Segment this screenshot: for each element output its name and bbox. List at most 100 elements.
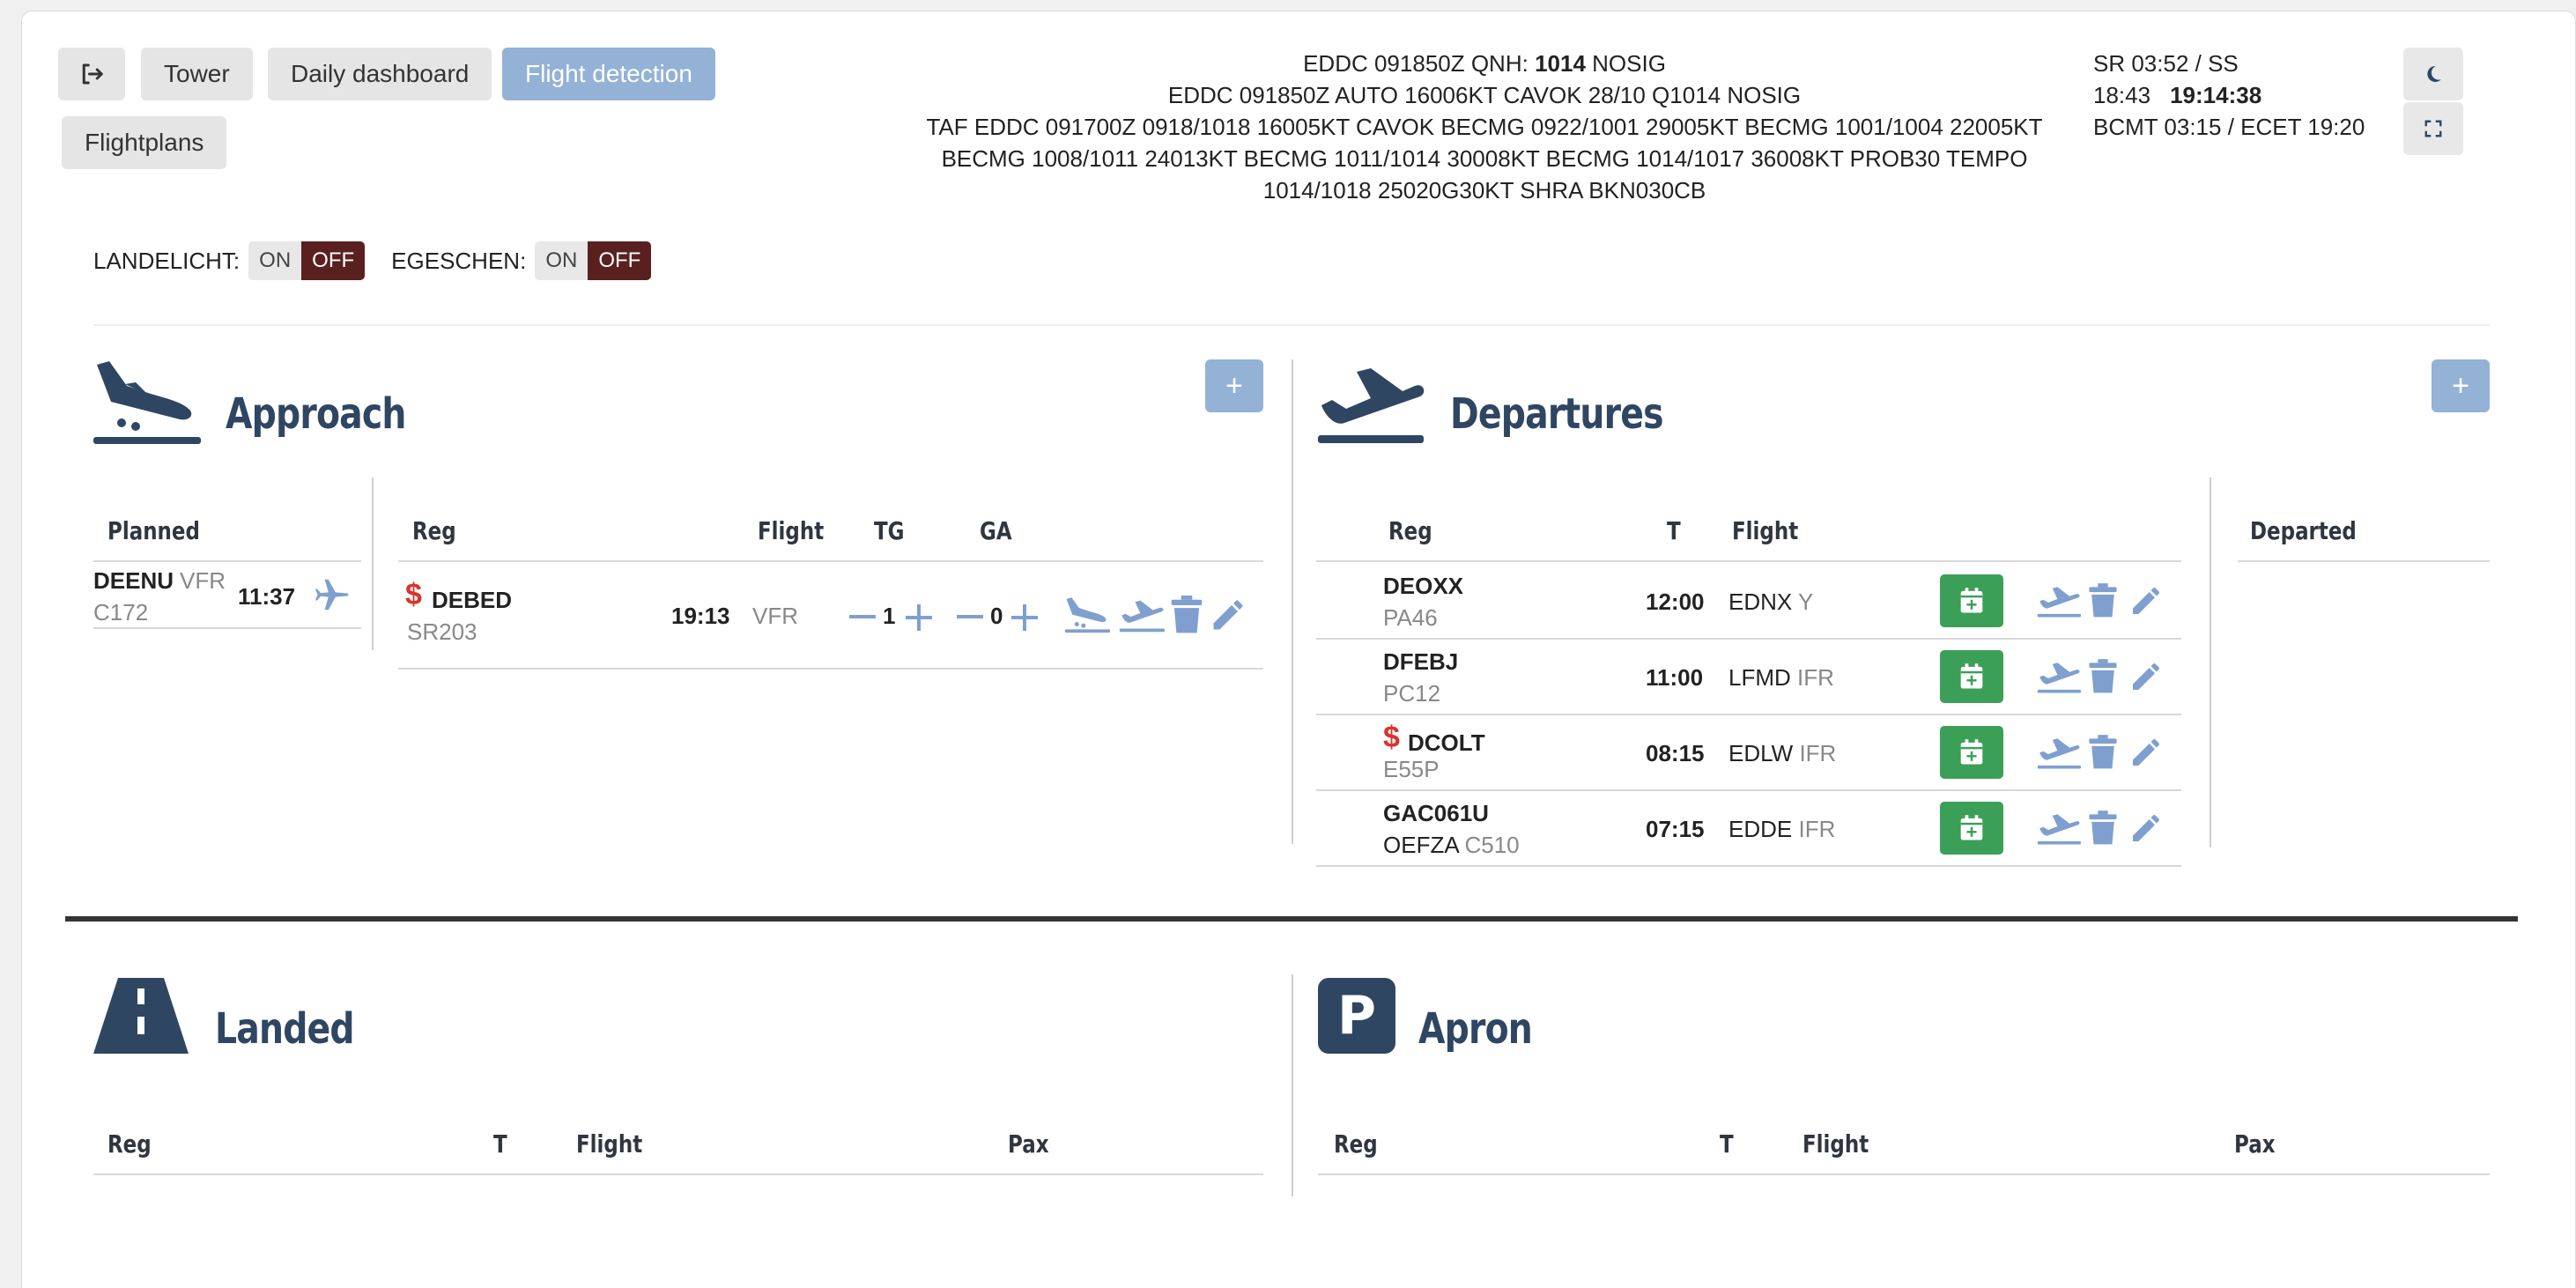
approach-inner-divider — [372, 477, 374, 650]
landed-title: Landed — [215, 1004, 355, 1054]
plane-icon[interactable] — [312, 574, 352, 615]
taf-line-3: 1014/1018 25020G30KT SHRA BKN030CB — [1262, 177, 1706, 204]
departure-type-2: C510 — [1464, 832, 1520, 858]
edit-icon[interactable] — [2128, 659, 2164, 694]
departure-time: 08:15 — [1646, 740, 1705, 766]
moon-icon — [2427, 65, 2441, 82]
landelicht-off[interactable]: OFF — [301, 241, 366, 280]
departure-dest: LFMD — [1728, 664, 1791, 691]
approach-row-line — [398, 668, 1263, 670]
departure-rules: IFR — [1799, 740, 1837, 766]
schedule-button[interactable] — [1940, 650, 2003, 703]
metar-trend: NOSIG — [1585, 50, 1666, 77]
logout-button[interactable] — [58, 48, 125, 100]
departures-reg-header: Reg — [1388, 516, 1432, 545]
egeschen-toggle[interactable]: ON OFF — [535, 241, 652, 280]
landelicht-toggle[interactable]: ON OFF — [248, 241, 366, 280]
schedule-button[interactable] — [1940, 726, 2003, 779]
trash-icon[interactable] — [2088, 735, 2118, 770]
time-line: 18:43 19:14:38 — [2093, 79, 2365, 111]
airplane-landing-icon — [93, 361, 201, 444]
taf-line-1: TAF EDDC 091700Z 0918/1018 16005KT CAVOK… — [926, 114, 2043, 140]
edit-icon[interactable] — [2128, 735, 2164, 770]
fee-indicator: $ — [405, 578, 422, 611]
departure-sub: PA46 — [1383, 604, 1438, 632]
departure-sub: OEFZA C510 — [1383, 832, 1520, 859]
dark-mode-button[interactable] — [2403, 48, 2463, 100]
parking-icon: P — [1318, 978, 1395, 1054]
apron-t-header: T — [1720, 1129, 1734, 1158]
land-action-icon[interactable] — [1064, 596, 1110, 634]
civil-twilight-text: BCMT 03:15 / ECET 19:20 — [2093, 114, 2365, 140]
approach-title: Approach — [226, 389, 406, 439]
schedule-button[interactable] — [1940, 574, 2003, 627]
takeoff-action-icon[interactable] — [2037, 659, 2081, 694]
fullscreen-button[interactable] — [2403, 102, 2463, 155]
nav-flight-detection-button[interactable]: Flight detection — [502, 48, 715, 100]
edit-icon[interactable] — [2128, 583, 2164, 618]
departed-header-line — [2238, 560, 2490, 562]
apron-reg-header: Reg — [1334, 1129, 1378, 1158]
ga-plus-icon[interactable] — [1010, 603, 1040, 633]
takeoff-action-icon[interactable] — [2037, 735, 2081, 770]
departure-flight: EDNX Y — [1728, 588, 1813, 616]
approach-header-line — [398, 560, 1263, 562]
toggles-bar: LANDELICHT: ON OFF EGESCHEN: ON OFF — [93, 241, 677, 280]
nav-tower-button[interactable]: Tower — [141, 48, 253, 100]
add-approach-button[interactable]: + — [1205, 359, 1263, 412]
runway-icon — [93, 978, 189, 1054]
departure-reg: DFEBJ — [1383, 648, 1459, 675]
departure-dest: EDNX — [1728, 588, 1793, 615]
planned-rules: VFR — [180, 567, 226, 594]
landed-t-header: T — [493, 1129, 507, 1158]
departure-sub: E55P — [1383, 756, 1440, 783]
logout-icon — [82, 63, 103, 85]
landelicht-on[interactable]: ON — [248, 241, 302, 280]
departure-row-line — [1316, 714, 2181, 715]
tg-plus-icon[interactable] — [904, 603, 934, 633]
egeschen-label: EGESCHEN: — [391, 247, 527, 274]
departure-flight: EDLW IFR — [1728, 740, 1836, 767]
apron-pax-header: Pax — [2234, 1129, 2276, 1158]
departure-dest: EDDE — [1728, 816, 1793, 842]
departure-row-line — [1316, 789, 2181, 791]
departure-type: PA46 — [1383, 604, 1438, 631]
go-around-icon[interactable] — [1119, 596, 1165, 634]
ga-minus-icon[interactable] — [955, 604, 985, 629]
apron-title: Apron — [1418, 1004, 1533, 1054]
departure-time: 12:00 — [1646, 588, 1705, 615]
landed-flight-header: Flight — [576, 1129, 643, 1158]
taf-line-2: BECMG 1008/1011 24013KT BECMG 1011/1014 … — [941, 145, 2028, 172]
airplane-departure-icon[interactable] — [1316, 363, 1425, 446]
tg-minus-icon[interactable] — [848, 604, 877, 629]
edit-icon[interactable] — [1209, 596, 1247, 634]
nav-flightplans-button[interactable]: Flightplans — [62, 116, 227, 169]
add-departure-button[interactable]: + — [2432, 359, 2490, 412]
egeschen-on[interactable]: ON — [535, 241, 588, 280]
planned-header: Planned — [107, 516, 200, 545]
nav-daily-dashboard-button[interactable]: Daily dashboard — [268, 48, 492, 100]
tg-count: 1 — [883, 603, 896, 629]
departure-flight: EDDE IFR — [1728, 816, 1835, 843]
departure-time: 07:15 — [1646, 816, 1705, 842]
landed-reg-header: Reg — [107, 1129, 152, 1158]
departure-type: PC12 — [1383, 680, 1441, 707]
takeoff-action-icon[interactable] — [2037, 811, 2081, 846]
current-time: 19:14:38 — [2170, 82, 2262, 108]
calendar-plus-icon — [1960, 588, 1983, 613]
fee-indicator: $ — [1383, 721, 1400, 754]
planned-header-line — [93, 560, 361, 562]
calendar-plus-icon — [1960, 815, 1983, 840]
trash-icon[interactable] — [2088, 583, 2118, 618]
schedule-button[interactable] — [1940, 802, 2003, 855]
trash-icon[interactable] — [2088, 659, 2118, 694]
approach-type: SR203 — [407, 618, 477, 645]
qnh-value: 1014 — [1535, 50, 1586, 77]
trash-icon[interactable] — [1170, 596, 1203, 634]
edit-icon[interactable] — [2128, 811, 2164, 846]
apron-header-line — [1318, 1173, 2490, 1175]
takeoff-action-icon[interactable] — [2037, 583, 2081, 618]
trash-icon[interactable] — [2088, 811, 2118, 846]
departure-flight: LFMD IFR — [1728, 664, 1834, 692]
egeschen-off[interactable]: OFF — [588, 241, 652, 280]
